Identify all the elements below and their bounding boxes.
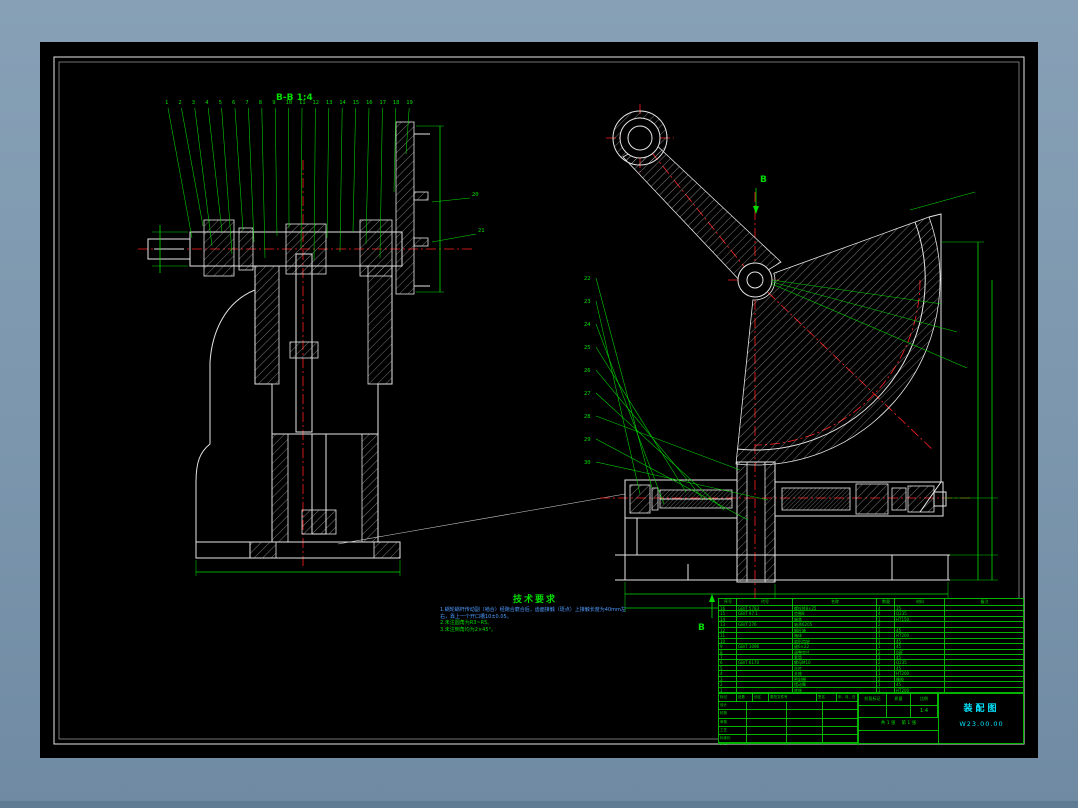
svg-text:8: 8 xyxy=(259,100,262,106)
drawing-name: 装配图 xyxy=(963,704,1000,714)
drawing-number: W23.00.00 xyxy=(959,720,1004,728)
tech-requirement-item: 3.未注倒角均为2×45°。 xyxy=(440,626,497,633)
svg-text:1: 1 xyxy=(165,100,168,106)
svg-text:4: 4 xyxy=(205,100,209,106)
tech-requirement-item: 1.蜗轮蜗杆传动副（啮合）经跑合磨合后，齿面接触（斑点）上接触长度为40mm左右… xyxy=(440,607,626,620)
svg-text:3: 3 xyxy=(192,100,195,106)
title-block-scale-area: 阶段标记 质量 比例 1:4 共 1 张 第 1 张 xyxy=(859,694,939,745)
tech-requirements-title: 技术要求 xyxy=(512,595,557,605)
bom-header-row: 序号 代号 名称 数量 材料 备注 xyxy=(719,599,1023,606)
svg-text:7: 7 xyxy=(245,100,248,106)
section-letter-bottom: B xyxy=(698,623,705,633)
svg-text:2: 2 xyxy=(178,100,181,106)
weight-label: 质量 xyxy=(887,694,911,705)
bom-table: 序号 代号 名称 数量 材料 备注 16 GB/T 5783 螺栓M8×25 4 35 15 GB/T… xyxy=(719,599,1023,693)
page-bottom-strip xyxy=(0,801,1078,808)
weight-value xyxy=(887,706,911,717)
parts-and-title-block: 序号 代号 名称 数量 材料 备注 16 GB/T 5783 螺栓M8×25 4 35 15 GB/T… xyxy=(718,598,1024,745)
svg-text:27: 27 xyxy=(584,391,591,397)
svg-text:14: 14 xyxy=(339,100,346,106)
sheet-number: 第 1 张 xyxy=(901,721,917,726)
section-letter-top: B xyxy=(760,175,767,185)
svg-text:9: 9 xyxy=(272,100,275,106)
svg-text:15: 15 xyxy=(353,100,360,106)
drawing-canvas: B-B 1:4 1 2 3 4 5 6 7 8 9 10 11 12 13 14 15 16 17 18 19 20… xyxy=(40,42,1038,758)
svg-text:10: 10 xyxy=(286,100,293,106)
stage-value xyxy=(859,706,887,717)
svg-text:5: 5 xyxy=(219,100,222,106)
svg-text:17: 17 xyxy=(379,100,386,106)
scale-value: 1:4 xyxy=(911,706,938,717)
svg-text:21: 21 xyxy=(478,228,485,234)
left-section-view: B-B 1:4 1 2 3 4 5 6 7 8 9 10 11 12 13 14 15 16 17 18 19 20… xyxy=(138,93,626,576)
svg-text:13: 13 xyxy=(326,100,333,106)
svg-text:26: 26 xyxy=(584,368,591,374)
svg-text:25: 25 xyxy=(584,345,591,351)
svg-text:24: 24 xyxy=(584,322,591,328)
title-block: 标记处数分区更改文件号签名年、月、日设计校核审核工艺标准化批准 阶段标记 质量 … xyxy=(719,693,1023,745)
svg-text:22: 22 xyxy=(584,276,591,282)
svg-text:23: 23 xyxy=(584,299,591,305)
svg-text:19: 19 xyxy=(406,100,413,106)
bom-row: 1 底座 1 HT200 xyxy=(719,687,1023,693)
svg-text:11: 11 xyxy=(299,100,306,106)
scale-label: 比例 xyxy=(911,694,938,705)
stage-label: 阶段标记 xyxy=(859,694,887,705)
view-label: B-B 1:4 xyxy=(276,93,313,103)
sheet-total: 共 1 张 xyxy=(880,721,896,726)
svg-text:29: 29 xyxy=(584,437,591,443)
svg-text:28: 28 xyxy=(584,414,591,420)
svg-text:6: 6 xyxy=(232,100,235,106)
tech-requirements-list: 1.蜗轮蜗杆传动副（啮合）经跑合磨合后，齿面接触（斑点）上接触长度为40mm左右… xyxy=(440,607,630,633)
title-block-name-area: 装配图 W23.00.00 xyxy=(939,694,1024,745)
svg-text:16: 16 xyxy=(366,100,373,106)
cad-preview-page: { "labels": { "view": "B-B 1:4", "sectio… xyxy=(0,0,1078,808)
svg-text:12: 12 xyxy=(312,100,319,106)
bom-rows: 16 GB/T 5783 螺栓M8×25 4 35 15 GB/T 97.1 垫圈8 4 Q235… xyxy=(719,606,1023,693)
svg-text:20: 20 xyxy=(472,192,479,198)
tech-requirements: 技术要求 1.蜗轮蜗杆传动副（啮合）经跑合磨合后，齿面接触（斑点）上接触长度为4… xyxy=(440,592,630,633)
svg-text:18: 18 xyxy=(393,100,400,106)
svg-text:30: 30 xyxy=(584,460,591,466)
title-block-sign-area: 标记处数分区更改文件号签名年、月、日设计校核审核工艺标准化批准 xyxy=(719,694,859,745)
right-main-view: B B 22 23 24 25 26 27 28 29 30 xyxy=(584,104,998,633)
